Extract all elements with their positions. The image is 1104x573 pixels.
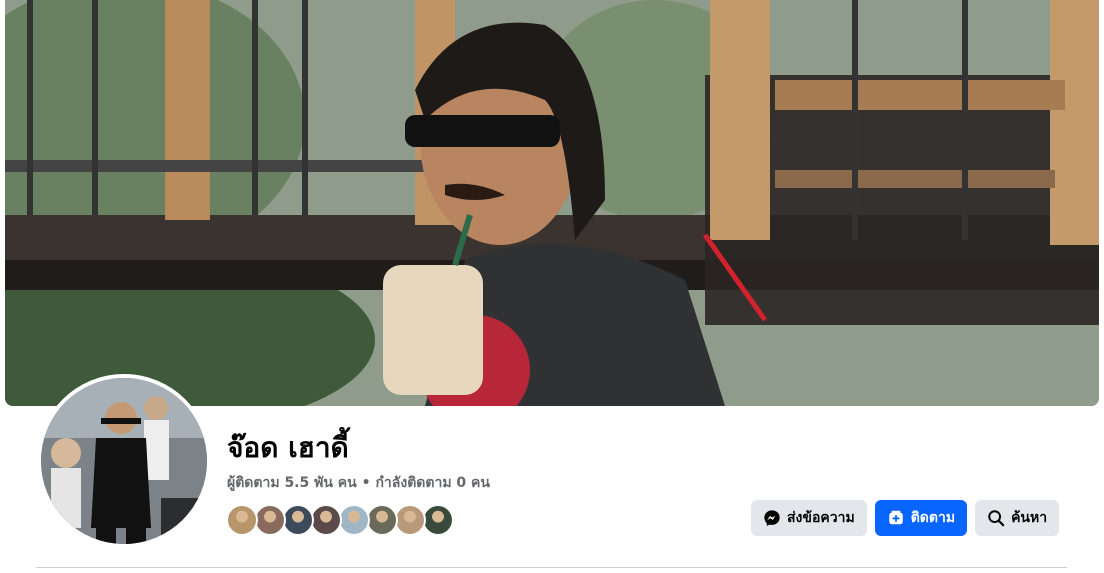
avatar	[41, 378, 207, 544]
message-button[interactable]: ส่งข้อความ	[751, 500, 867, 536]
follower-avatars	[226, 504, 454, 536]
follower-avatar[interactable]	[254, 504, 286, 536]
search-icon	[987, 509, 1005, 527]
profile-picture[interactable]	[37, 374, 211, 548]
follower-avatar[interactable]	[226, 504, 258, 536]
search-button-label: ค้นหา	[1011, 510, 1048, 526]
follow-button[interactable]: ติดตาม	[874, 500, 968, 536]
cover-photo[interactable]	[5, 0, 1099, 406]
follower-avatar[interactable]	[366, 504, 398, 536]
avatar-illustration	[41, 378, 207, 544]
cover-photo-illustration	[5, 0, 1099, 406]
follower-avatar[interactable]	[422, 504, 454, 536]
counts-separator: •	[356, 475, 376, 491]
follower-avatar[interactable]	[282, 504, 314, 536]
follower-avatar[interactable]	[338, 504, 370, 536]
messenger-icon	[763, 509, 781, 527]
profile-actions: ส่งข้อความ ติดตาม ค้นหา	[751, 500, 1060, 536]
profile-name: จ๊อด เฮาดี้	[227, 431, 349, 464]
followers-link[interactable]: ผู้ติดตาม 5.5 พัน คน	[227, 475, 357, 491]
follow-icon	[887, 509, 905, 527]
follower-avatar[interactable]	[310, 504, 342, 536]
message-button-label: ส่งข้อความ	[787, 510, 855, 526]
follower-avatar[interactable]	[394, 504, 426, 536]
follow-button-label: ติดตาม	[910, 510, 956, 526]
search-button[interactable]: ค้นหา	[975, 500, 1060, 536]
divider	[36, 567, 1067, 568]
following-link[interactable]: กำลังติดตาม 0 คน	[375, 475, 490, 491]
follow-counts: ผู้ติดตาม 5.5 พัน คน • กำลังติดตาม 0 คน	[227, 474, 490, 492]
